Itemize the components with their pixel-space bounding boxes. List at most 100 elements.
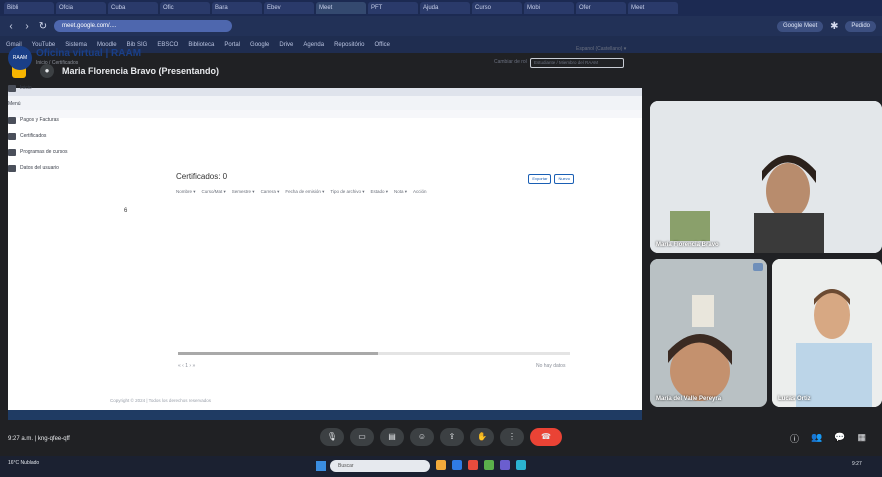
meet-controls: 🎙 ▭ ▤ ☺ ⇪ ✋ ⋮ ☎: [320, 428, 562, 446]
browser-tab[interactable]: Mobi: [524, 2, 574, 14]
table-scroll-thumb[interactable]: [178, 352, 378, 355]
table-column-header[interactable]: Nota ▾: [394, 189, 407, 195]
chrome-icon[interactable]: [484, 460, 494, 470]
participant-tile[interactable]: Lucas Ortiz: [772, 259, 882, 407]
site-nav-label: Datos del usuario: [20, 165, 59, 171]
language-select[interactable]: Espanol (Castellano) ▾: [576, 46, 626, 52]
browser-tab[interactable]: Meet: [628, 2, 678, 14]
participant-video-c: [772, 259, 882, 407]
captions-button[interactable]: ▤: [380, 428, 404, 446]
bookmark-item[interactable]: Repositório: [334, 42, 364, 48]
shared-bookmarks: [8, 110, 642, 118]
browser-tab[interactable]: PFT: [368, 2, 418, 14]
back-icon[interactable]: ‹: [6, 21, 16, 32]
people-icon[interactable]: 👥: [811, 432, 822, 445]
raise-hand-button[interactable]: ✋: [470, 428, 494, 446]
table-column-header[interactable]: Curso/Mat ▾: [202, 189, 226, 195]
mic-button[interactable]: 🎙: [320, 428, 344, 446]
present-button[interactable]: ⇪: [440, 428, 464, 446]
teams-icon[interactable]: [500, 460, 510, 470]
nav-icon: [8, 164, 16, 172]
more-options-button[interactable]: ⋮: [500, 428, 524, 446]
table-column-header[interactable]: Estado ▾: [370, 189, 388, 195]
address-bar[interactable]: meet.google.com/....: [54, 20, 232, 32]
bookmark-item[interactable]: Sistema: [65, 42, 87, 48]
bookmark-item[interactable]: Portal: [224, 42, 240, 48]
bookmark-item[interactable]: YouTube: [32, 42, 56, 48]
table-column-header[interactable]: Tipo de archivo ▾: [330, 189, 364, 195]
weather-widget[interactable]: 16°C Nublado: [8, 460, 39, 466]
new-button[interactable]: Nuevo: [554, 174, 574, 184]
taskbar-search[interactable]: Buscar: [330, 460, 430, 472]
browser-tab[interactable]: Bara: [212, 2, 262, 14]
bookmark-item[interactable]: Office: [374, 42, 390, 48]
meet-chip[interactable]: Google Meet: [776, 20, 824, 32]
certificates-card: Certificados: 0 Exportar Nuevo Nombre ▾ Cu…: [176, 172, 578, 372]
browser-tab[interactable]: Bibli: [4, 2, 54, 14]
table-header: Nombre ▾ Curso/Mat ▾ Semestre ▾ Carrera ▾ Fe…: [176, 189, 578, 195]
taskbar-apps: [436, 460, 526, 470]
forward-icon[interactable]: ›: [22, 21, 32, 32]
bookmark-item[interactable]: Google: [250, 42, 269, 48]
nav-icon: [8, 116, 16, 124]
emoji-button[interactable]: ☺: [410, 428, 434, 446]
reload-icon[interactable]: ↻: [38, 21, 48, 32]
meeting-clock: 9:27 a.m. | kng-qfee-qff: [8, 436, 70, 442]
rows-info: No hay datos: [536, 363, 566, 369]
site-nav-item[interactable]: Pagos y Facturas: [8, 112, 98, 128]
card-buttons: Exportar Nuevo: [528, 174, 574, 184]
account-chip[interactable]: Pedido: [845, 20, 876, 32]
browser-tab[interactable]: Ofcia: [56, 2, 106, 14]
app-icon[interactable]: [468, 460, 478, 470]
browser-tab[interactable]: Meet: [316, 2, 366, 14]
participant-tile[interactable]: María Florencia Bravo: [650, 101, 882, 253]
shared-taskbar: [8, 410, 642, 420]
role-label: Cambiar de rol: [494, 59, 527, 65]
edge-icon[interactable]: [452, 460, 462, 470]
site-nav-item[interactable]: Certificados: [8, 128, 98, 144]
pin-icon[interactable]: [753, 263, 763, 271]
bookmark-item[interactable]: Drive: [279, 42, 293, 48]
card-title: Certificados: 0: [176, 172, 228, 181]
browser-tab[interactable]: Ebev: [264, 2, 314, 14]
info-icon[interactable]: ⓘ: [790, 432, 799, 445]
leave-call-button[interactable]: ☎: [530, 428, 562, 446]
browser-tab[interactable]: Ofer: [576, 2, 626, 14]
participant-tile[interactable]: María del Valle Pereyra: [650, 259, 767, 407]
browser-tab[interactable]: Curso: [472, 2, 522, 14]
site-nav-item[interactable]: Menú: [8, 96, 98, 112]
site-nav-item[interactable]: Datos del usuario: [8, 160, 98, 176]
file-explorer-icon[interactable]: [436, 460, 446, 470]
table-column-header[interactable]: Semestre ▾: [232, 189, 255, 195]
browser-tab[interactable]: Cuba: [108, 2, 158, 14]
camera-button[interactable]: ▭: [350, 428, 374, 446]
site-sidebar: Inicio Menú Pagos y Facturas Certificados Pr…: [8, 80, 98, 280]
content-number: 6: [124, 208, 128, 214]
chat-icon[interactable]: 💬: [834, 432, 845, 445]
bookmark-item[interactable]: Moodle: [97, 42, 117, 48]
site-nav-item[interactable]: Programas de cursos: [8, 144, 98, 160]
app2-icon[interactable]: [516, 460, 526, 470]
taskbar-clock: 9:27: [852, 461, 862, 467]
site-nav-item[interactable]: Inicio: [8, 80, 98, 96]
browser-tab[interactable]: Ofic: [160, 2, 210, 14]
table-column-header[interactable]: Carrera ▾: [261, 189, 280, 195]
pagination[interactable]: « ‹ 1 › »: [178, 363, 195, 369]
extensions-icon[interactable]: ✱: [829, 21, 839, 32]
windows-start-icon[interactable]: [316, 461, 326, 471]
bookmark-item[interactable]: Agenda: [303, 42, 324, 48]
role-select[interactable]: Estudiante / Miembro del RAAM: [530, 58, 624, 68]
participant-name: Lucas Ortiz: [778, 396, 811, 402]
activities-icon[interactable]: ▦: [857, 432, 866, 445]
shared-toolbar: [8, 96, 642, 110]
role-select-value: Estudiante / Miembro del RAAM: [534, 60, 599, 65]
export-button[interactable]: Exportar: [528, 174, 552, 184]
table-column-header[interactable]: Acción: [413, 189, 427, 195]
table-column-header[interactable]: Nombre ▾: [176, 189, 196, 195]
bookmark-item[interactable]: EBSCO: [157, 42, 178, 48]
bookmark-item[interactable]: Biblioteca: [188, 42, 214, 48]
bookmark-item[interactable]: Bib SIG: [127, 42, 148, 48]
browser-tab[interactable]: Ajuda: [420, 2, 470, 14]
presenter-avatar: ●: [40, 64, 54, 78]
table-column-header[interactable]: Fecha de emisión ▾: [285, 189, 324, 195]
